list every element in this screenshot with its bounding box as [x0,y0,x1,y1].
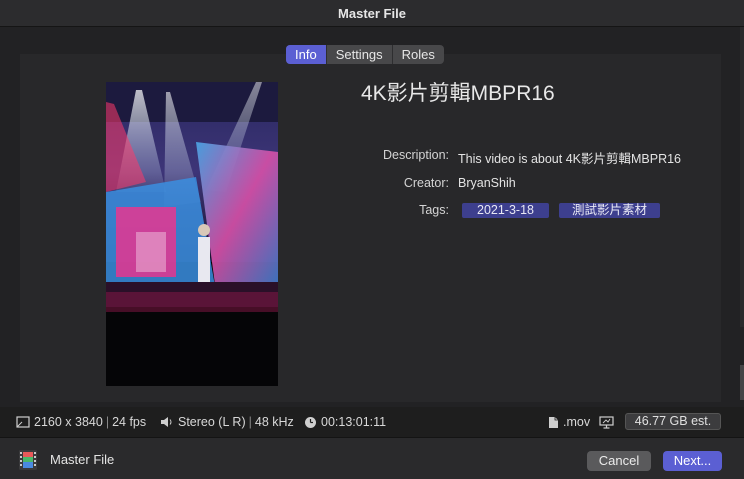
cancel-button[interactable]: Cancel [587,451,651,471]
tags-label: Tags: [419,203,449,217]
destination-label: Master File [50,452,115,467]
tab-roles[interactable]: Roles [393,45,444,64]
format-status: .mov [548,407,590,437]
creator-row: Creator: [278,173,449,193]
duration-text: 00:13:01:11 [321,415,387,429]
file-icon [549,416,558,428]
sample-rate-text: 48 kHz [254,415,294,429]
separator: | [248,415,252,429]
window-title: Master File [338,5,406,21]
creator-field[interactable]: BryanShih [458,176,516,190]
monitor-icon [599,415,614,429]
tag-chip[interactable]: 2021-3-18 [462,203,549,218]
tab-bar: Info Settings Roles [286,45,444,64]
format-text: .mov [563,415,591,429]
description-label: Description: [383,148,449,162]
scrollbar-handle[interactable] [740,365,744,400]
separator: | [105,415,110,429]
clock-icon [305,416,316,428]
audio-channels-text: Stereo (L R) [178,415,246,429]
video-thumbnail-image [106,82,278,386]
next-button[interactable]: Next... [663,451,722,471]
fps-text: 24 fps [112,415,147,429]
creator-label: Creator: [403,176,449,190]
description-row: Description: [278,145,449,165]
description-field[interactable]: This video is about 4K影片剪輯MBPR16 [458,148,681,167]
dialog-content: 4K影片剪輯MBPR16 Description: This video is … [0,27,744,407]
window-titlebar: Master File [0,0,744,27]
info-panel: 4K影片剪輯MBPR16 Description: This video is … [20,54,721,402]
tab-info[interactable]: Info [286,45,327,64]
window-edge [740,27,744,327]
frame-size-icon [16,416,30,428]
film-strip-icon [19,450,37,470]
tab-settings[interactable]: Settings [327,45,393,64]
dialog-footer: Master File Cancel Next... [0,437,744,479]
tag-chip[interactable]: 測試影片素材 [559,203,660,218]
video-preview [106,82,278,386]
speaker-icon [161,417,172,427]
clip-title: 4K影片剪輯MBPR16 [361,82,555,105]
resolution-text: 2160 x 3840 [34,415,103,429]
duration-status: 00:13:01:11 [304,407,386,437]
display-status [599,407,618,437]
tags-row: Tags: [278,200,449,220]
resolution-status: 2160 x 3840 | 24 fps [16,407,146,437]
size-estimate-badge: 46.77 GB est. [625,413,721,430]
status-bar: 2160 x 3840 | 24 fps Stereo (L R) | 48 k… [0,407,744,437]
audio-status: Stereo (L R) | 48 kHz [160,407,294,437]
